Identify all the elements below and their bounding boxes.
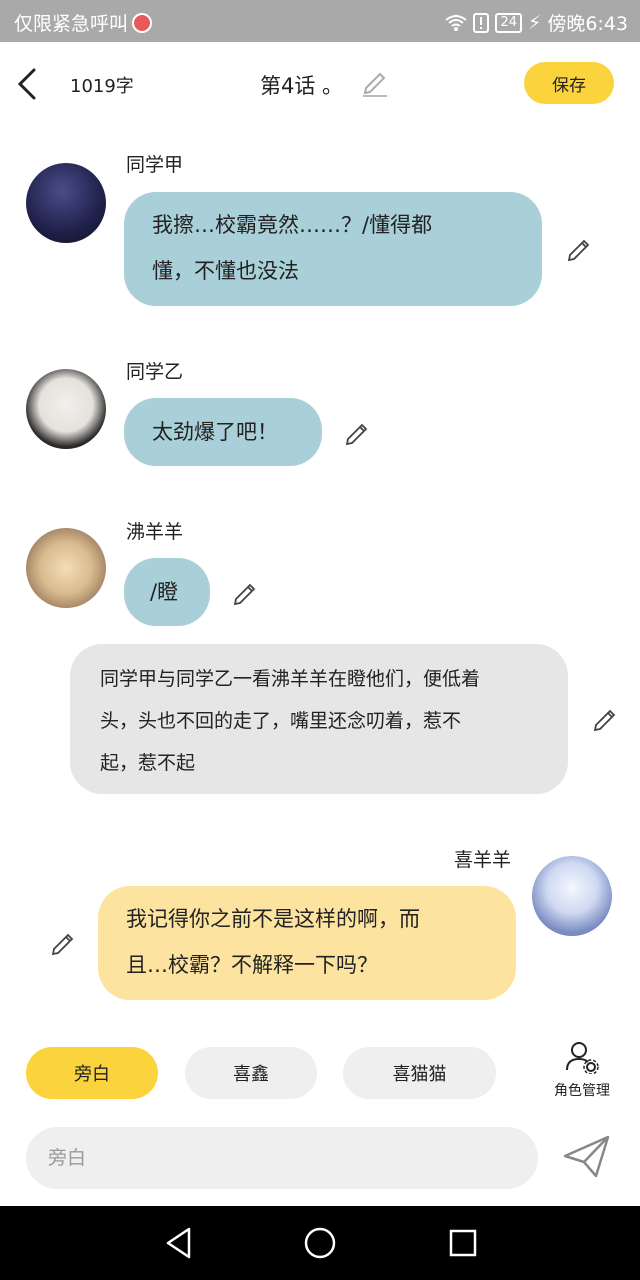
status-bar: 仅限紧急呼叫 24 ⚡ 傍晚6:43 [0, 0, 640, 42]
user-settings-icon [566, 1042, 599, 1075]
nav-back-icon[interactable] [164, 1226, 194, 1260]
role-manage-label: 角色管理 [554, 1083, 610, 1099]
narration-text-line: 同学甲与同学乙一看沸羊羊在瞪他们，便低着 [100, 668, 481, 690]
message-input-container [26, 1127, 538, 1189]
speaker-name: 同学乙 [126, 361, 184, 383]
edit-pencil-icon[interactable] [50, 930, 76, 956]
role-button[interactable]: 喜鑫 [185, 1047, 317, 1099]
avatar[interactable] [532, 856, 612, 936]
carrier-text: 仅限紧急呼叫 [14, 13, 129, 35]
edit-pencil-icon[interactable] [344, 420, 370, 446]
narration-text-line: 头，头也不回的走了，嘴里还念叨着，惹不 [100, 710, 462, 732]
top-bar: 1019字 第4话 。 保存 [0, 42, 640, 126]
message-bubble[interactable]: 我擦…校霸竟然……？/懂得都 懂，不懂也没法 [124, 192, 542, 306]
narration-text-line: 起，惹不起 [100, 752, 196, 774]
message-text-line: 且…校霸？不解释一下吗？ [126, 953, 378, 977]
speaker-name: 喜羊羊 [454, 849, 512, 871]
message-text-line: 我擦…校霸竟然……？/懂得都 [152, 213, 433, 237]
wifi-icon [445, 14, 468, 31]
back-arrow-icon[interactable] [14, 66, 42, 102]
message-text: /瞪 [150, 580, 179, 604]
speaker-name: 同学甲 [126, 154, 184, 176]
speaker-name: 沸羊羊 [126, 521, 184, 543]
message-bubble[interactable]: /瞪 [124, 558, 210, 626]
role-button[interactable]: 喜猫猫 [343, 1047, 496, 1099]
message-input[interactable] [26, 1127, 538, 1189]
notification-badge-icon [132, 12, 153, 33]
charging-icon: ⚡ [527, 11, 542, 34]
battery-icon: 24 [495, 12, 522, 33]
message-bubble[interactable]: 我记得你之前不是这样的啊，而 且…校霸？不解释一下吗？ [98, 886, 516, 1000]
clock: 傍晚6:43 [547, 13, 628, 35]
word-count: 1019字 [70, 76, 134, 97]
role-manage-button[interactable]: 角色管理 [544, 1040, 620, 1100]
role-button-narrator[interactable]: 旁白 [26, 1047, 158, 1099]
edit-pencil-icon[interactable] [592, 706, 618, 732]
send-icon[interactable] [562, 1134, 612, 1180]
message-text-line: 懂，不懂也没法 [152, 259, 299, 283]
system-nav-bar [0, 1206, 640, 1280]
avatar[interactable] [26, 528, 106, 608]
narration-bubble[interactable]: 同学甲与同学乙一看沸羊羊在瞪他们，便低着 头，头也不回的走了，嘴里还念叨着，惹不… [70, 644, 568, 794]
message-text-line: 我记得你之前不是这样的啊，而 [126, 907, 420, 931]
alert-icon [473, 12, 490, 33]
message-bubble[interactable]: 太劲爆了吧！ [124, 398, 322, 466]
edit-pencil-icon[interactable] [566, 236, 592, 262]
save-button[interactable]: 保存 [524, 62, 614, 104]
edit-pencil-icon[interactable] [232, 580, 258, 606]
avatar[interactable] [26, 163, 106, 243]
episode-title: 第4话 。 [260, 74, 344, 98]
message-text: 太劲爆了吧！ [152, 420, 278, 444]
nav-home-icon[interactable] [303, 1226, 337, 1260]
avatar[interactable] [26, 369, 106, 449]
edit-title-icon[interactable] [362, 68, 388, 98]
nav-recents-icon[interactable] [448, 1226, 478, 1260]
